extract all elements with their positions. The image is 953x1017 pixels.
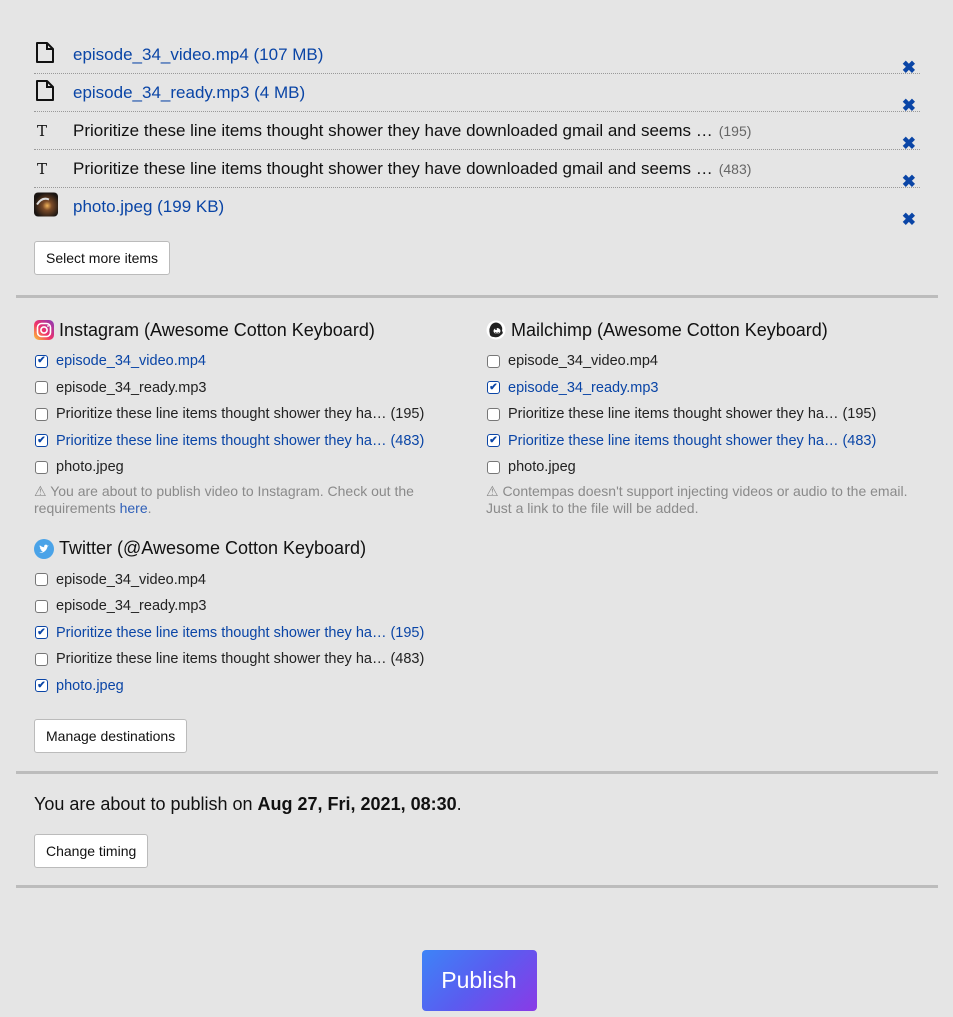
- page: episode_34_video.mp4 (107 MB) ✖ episode_…: [0, 0, 953, 1011]
- checkbox[interactable]: [35, 573, 48, 587]
- item-row: episode_34_ready.mp3 (4 MB) ✖: [34, 74, 920, 114]
- instagram-warning: ⚠ You are about to publish video to Inst…: [34, 483, 486, 517]
- checkbox-checked[interactable]: ✔: [35, 679, 48, 693]
- requirements-link[interactable]: here: [120, 500, 148, 516]
- checkbox-checked[interactable]: ✔: [487, 434, 500, 448]
- checkbox[interactable]: [35, 599, 48, 613]
- item-row: episode_34_video.mp4 (107 MB) ✖: [34, 36, 920, 76]
- mailchimp-warning: ⚠ Contempas doesn't support injecting vi…: [486, 482, 908, 516]
- file-icon: [35, 41, 55, 68]
- timing-section: You are about to publish on Aug 27, Fri,…: [16, 774, 938, 885]
- warning-text: ⚠ You are about to publish video to Inst…: [34, 482, 414, 516]
- item-name[interactable]: photo.jpeg (199 KB): [73, 197, 224, 217]
- destination-option[interactable]: ✔ episode_34_ready.mp3: [486, 375, 938, 402]
- checkbox[interactable]: [487, 460, 500, 474]
- option-label: episode_34_video.mp4: [56, 571, 206, 588]
- checkbox[interactable]: [487, 407, 500, 421]
- destination-option[interactable]: ✔ Prioritize these line items thought sho…: [34, 428, 486, 455]
- schedule-suffix: .: [456, 794, 462, 814]
- destination-name: Mailchimp (Awesome Cotton Keyboard): [511, 319, 828, 340]
- item-name[interactable]: episode_34_video.mp4 (107 MB): [73, 45, 323, 65]
- checkbox[interactable]: [487, 354, 500, 368]
- mailchimp-icon: [486, 320, 506, 340]
- instagram-icon: [34, 320, 54, 340]
- publish-button[interactable]: Publish: [421, 950, 537, 1011]
- destination-option[interactable]: Prioritize these line items thought show…: [486, 401, 938, 428]
- destination-option[interactable]: episode_34_video.mp4: [486, 348, 938, 375]
- option-label: episode_34_video.mp4: [56, 353, 206, 370]
- checkbox[interactable]: [35, 407, 48, 421]
- item-row: T Prioritize these line items thought sh…: [34, 150, 920, 190]
- checkbox-checked[interactable]: ✔: [35, 626, 48, 640]
- destination-option[interactable]: Prioritize these line items thought show…: [34, 401, 486, 428]
- destination-title: Twitter (@Awesome Cotton Keyboard): [34, 537, 486, 561]
- option-label: Prioritize these line items thought show…: [508, 432, 877, 449]
- destination-option[interactable]: Prioritize these line items thought show…: [34, 646, 486, 673]
- twitter-icon: [34, 538, 54, 559]
- destinations-grid: Instagram (Awesome Cotton Keyboard) ✔ epi…: [16, 298, 938, 719]
- destination-option[interactable]: episode_34_video.mp4: [34, 567, 486, 594]
- item-row: photo.jpeg (199 KB) ✖: [34, 188, 920, 228]
- remove-icon[interactable]: ✖: [902, 211, 916, 228]
- destination-option[interactable]: episode_34_ready.mp3: [34, 593, 486, 620]
- option-label: Prioritize these line items thought show…: [508, 406, 877, 423]
- publish-area: Publish: [16, 888, 938, 1011]
- text-icon: T: [37, 159, 48, 178]
- option-label: photo.jpeg: [56, 459, 124, 476]
- item-text: Prioritize these line items thought show…: [73, 120, 713, 140]
- destination-option[interactable]: episode_34_ready.mp3: [34, 375, 486, 402]
- checkbox[interactable]: [35, 652, 48, 666]
- destination-option[interactable]: photo.jpeg: [34, 454, 486, 481]
- destination-twitter: Twitter (@Awesome Cotton Keyboard) episo…: [34, 537, 486, 700]
- option-label: photo.jpeg: [56, 677, 124, 694]
- option-label: photo.jpeg: [508, 459, 576, 476]
- item-row: T Prioritize these line items thought sh…: [34, 112, 920, 152]
- item-char-count: (195): [718, 122, 752, 139]
- schedule-datetime: Aug 27, Fri, 2021, 08:30: [257, 794, 457, 814]
- publish-schedule-text: You are about to publish on Aug 27, Fri,…: [34, 794, 920, 815]
- destination-mailchimp: Mailchimp (Awesome Cotton Keyboard) epis…: [486, 318, 938, 517]
- warning-end: .: [147, 499, 152, 516]
- manage-destinations-button[interactable]: Manage destinations: [34, 719, 188, 753]
- item-char-count: (483): [718, 160, 752, 177]
- text-icon: T: [37, 121, 48, 140]
- destination-option[interactable]: ✔ episode_34_video.mp4: [34, 348, 486, 375]
- option-label: Prioritize these line items thought show…: [56, 406, 425, 423]
- schedule-prefix: You are about to publish on: [34, 794, 258, 814]
- option-label: Prioritize these line items thought show…: [56, 432, 425, 449]
- option-label: episode_34_video.mp4: [508, 353, 658, 370]
- option-label: episode_34_ready.mp3: [508, 379, 659, 396]
- photo-thumbnail: [34, 192, 58, 222]
- option-label: Prioritize these line items thought show…: [56, 624, 425, 641]
- destination-option[interactable]: ✔ photo.jpeg: [34, 673, 486, 700]
- destination-name: Twitter (@Awesome Cotton Keyboard): [59, 538, 367, 558]
- destination-title: Instagram (Awesome Cotton Keyboard): [34, 318, 486, 342]
- destination-option[interactable]: ✔ Prioritize these line items thought sho…: [486, 428, 938, 455]
- option-label: episode_34_ready.mp3: [56, 598, 207, 615]
- destination-name: Instagram (Awesome Cotton Keyboard): [59, 319, 375, 340]
- file-icon: [35, 79, 55, 106]
- checkbox-checked[interactable]: ✔: [487, 381, 500, 395]
- option-label: Prioritize these line items thought show…: [56, 651, 425, 668]
- checkbox[interactable]: [35, 460, 48, 474]
- select-more-items-button[interactable]: Select more items: [34, 241, 171, 275]
- option-label: episode_34_ready.mp3: [56, 379, 207, 396]
- checkbox-checked[interactable]: ✔: [35, 434, 48, 448]
- checkbox[interactable]: [35, 381, 48, 395]
- destination-option[interactable]: ✔ Prioritize these line items thought sho…: [34, 620, 486, 647]
- destination-option[interactable]: photo.jpeg: [486, 454, 938, 481]
- item-name[interactable]: episode_34_ready.mp3 (4 MB): [73, 83, 305, 103]
- destination-title: Mailchimp (Awesome Cotton Keyboard): [486, 318, 938, 342]
- checkbox-checked[interactable]: ✔: [35, 354, 48, 368]
- change-timing-button[interactable]: Change timing: [34, 834, 149, 868]
- item-text: Prioritize these line items thought show…: [73, 158, 713, 178]
- destination-instagram: Instagram (Awesome Cotton Keyboard) ✔ epi…: [34, 318, 486, 517]
- selected-items-list: episode_34_video.mp4 (107 MB) ✖ episode_…: [16, 0, 938, 228]
